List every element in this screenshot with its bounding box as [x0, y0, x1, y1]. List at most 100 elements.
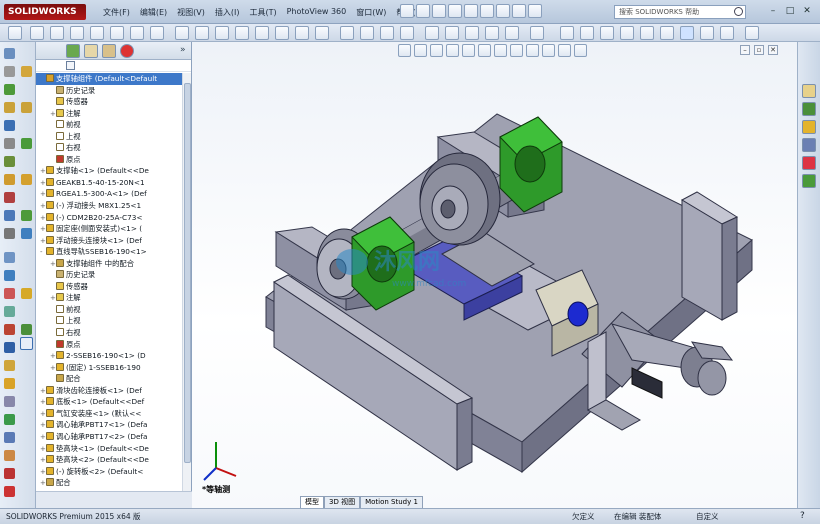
open-icon[interactable] [416, 4, 430, 18]
loft-icon[interactable] [505, 26, 519, 40]
menu-insert[interactable]: 插入(I) [210, 5, 245, 20]
hole-icon[interactable] [530, 26, 544, 40]
tree-item[interactable]: + (-) 浮动接头 M8X1.25<1 [36, 200, 182, 212]
view-palette-icon[interactable] [802, 138, 816, 152]
print-icon[interactable] [448, 4, 462, 18]
compare-icon[interactable] [21, 324, 32, 335]
snapshot-icon[interactable] [21, 174, 32, 185]
feature-tree-scrollbar[interactable] [182, 73, 191, 491]
smart-dimension-icon[interactable] [8, 26, 22, 40]
tree-item[interactable]: +2-SSEB16-190<1> (D [36, 350, 182, 362]
mate-icon[interactable] [4, 66, 15, 77]
tree-item[interactable]: + 浮动接头连接块<1> (Def [36, 235, 182, 247]
minimize-button[interactable]: – [766, 5, 780, 18]
slot-icon[interactable] [130, 26, 144, 40]
hole-alignment-icon[interactable] [4, 396, 15, 407]
new-document-icon[interactable] [400, 4, 414, 18]
new-motion-icon[interactable] [4, 192, 15, 203]
appearances-icon[interactable] [802, 156, 816, 170]
polygon-icon[interactable] [150, 26, 164, 40]
section-view-icon[interactable] [745, 26, 759, 40]
alert-icon[interactable] [4, 378, 15, 389]
menu-window[interactable]: 窗口(W) [351, 5, 391, 20]
feature-tree-tab-icon[interactable] [66, 44, 80, 58]
sweep-icon[interactable] [485, 26, 499, 40]
scrollbar-thumb[interactable] [184, 83, 191, 463]
tree-item[interactable]: 原点 [36, 154, 182, 166]
rebuild-icon[interactable] [496, 4, 510, 18]
top-view-icon[interactable] [640, 26, 654, 40]
tree-item[interactable]: 前视 [36, 304, 182, 316]
fillet-icon[interactable] [275, 26, 289, 40]
custom-properties-icon[interactable] [802, 174, 816, 188]
tree-item[interactable]: 支撑轴组件 (Default<Default [36, 73, 182, 85]
render-icon[interactable] [4, 486, 15, 497]
property-manager-tab-icon[interactable] [84, 44, 98, 58]
symmetry-icon[interactable] [4, 432, 15, 443]
mirror-icon[interactable] [255, 26, 269, 40]
tree-item[interactable]: + 注解 [36, 292, 182, 304]
solidworks-resources-icon[interactable] [802, 84, 816, 98]
expand-panel-icon[interactable]: » [180, 45, 186, 55]
large-design-icon[interactable] [21, 228, 32, 239]
move-icon[interactable] [380, 26, 394, 40]
show-hidden-icon[interactable] [4, 138, 15, 149]
tree-item[interactable]: + 配合 [36, 477, 182, 489]
spline-icon[interactable] [110, 26, 124, 40]
iso-view-icon[interactable] [680, 26, 694, 40]
help-search-input[interactable]: 搜索 SOLIDWORKS 帮助 [614, 5, 746, 19]
smart-fasteners-icon[interactable] [4, 102, 15, 113]
close-button[interactable]: ✕ [800, 5, 814, 18]
tab-motion-study[interactable]: Motion Study 1 [360, 496, 423, 508]
trim-icon[interactable] [175, 26, 189, 40]
curvature-icon[interactable] [4, 414, 15, 425]
exploded-view-icon[interactable] [4, 228, 15, 239]
appearance-icon[interactable] [21, 138, 32, 149]
tree-item[interactable]: 历史记录 [36, 85, 182, 97]
line-icon[interactable] [30, 26, 44, 40]
tree-item[interactable]: + (-) 旋转板<2> (Default< [36, 466, 182, 478]
help-icon[interactable]: ? [800, 509, 805, 524]
tree-item[interactable]: + 固定座(侧面安装式)<1> ( [36, 223, 182, 235]
tab-model[interactable]: 模型 [300, 496, 324, 508]
selected-tool-icon[interactable] [20, 337, 33, 350]
move-component-icon[interactable] [4, 120, 15, 131]
revolve-icon[interactable] [465, 26, 479, 40]
hide-show-icon[interactable] [580, 26, 594, 40]
tree-item[interactable]: + 底板<1> (Default<<Def [36, 396, 182, 408]
pattern-icon[interactable] [360, 26, 374, 40]
tree-item[interactable]: + 垫高块<2> (Default<<De [36, 454, 182, 466]
tree-item[interactable]: 传感器 [36, 281, 182, 293]
units-custom[interactable]: 自定义 [696, 509, 719, 524]
tree-item[interactable]: 右视 [36, 327, 182, 339]
solidworks-logo[interactable]: SOLIDWORKS [4, 4, 86, 20]
convert-icon[interactable] [400, 26, 414, 40]
menu-view[interactable]: 视图(V) [172, 5, 210, 20]
tree-item[interactable]: + 支撑轴组件 中的配合 [36, 258, 182, 270]
tree-item[interactable]: 前视 [36, 119, 182, 131]
front-view-icon[interactable] [620, 26, 634, 40]
tree-item[interactable]: + 滑块齿轮连接板<1> (Def [36, 385, 182, 397]
view-cube-icon[interactable] [600, 26, 614, 40]
tree-item[interactable]: 配合 [36, 373, 182, 385]
centerline-icon[interactable] [215, 26, 229, 40]
maximize-button[interactable]: □ [783, 5, 797, 18]
clearance-icon[interactable] [4, 306, 15, 317]
expand-menu-icon[interactable] [90, 5, 96, 19]
tree-item[interactable]: 上视 [36, 315, 182, 327]
shaded-icon[interactable] [700, 26, 714, 40]
file-properties-icon[interactable] [512, 4, 526, 18]
deviation-icon[interactable] [4, 450, 15, 461]
check-icon[interactable] [21, 288, 32, 299]
tree-item[interactable]: + 支撑轴<1> (Default<<De [36, 165, 182, 177]
display-style-icon[interactable] [560, 26, 574, 40]
sum-icon[interactable] [4, 342, 15, 353]
reference-geometry-icon[interactable] [4, 174, 15, 185]
tree-item[interactable]: + 气缸安装座<1> (默认<< [36, 408, 182, 420]
right-view-icon[interactable] [660, 26, 674, 40]
tree-item[interactable]: + GEAKB1.5-40-15-20N<1 [36, 177, 182, 189]
spell-check-icon[interactable] [4, 252, 15, 263]
circle-icon[interactable] [70, 26, 84, 40]
block-icon[interactable] [425, 26, 439, 40]
tree-item[interactable]: + 调心轴承PBT17<2> (Defa [36, 431, 182, 443]
